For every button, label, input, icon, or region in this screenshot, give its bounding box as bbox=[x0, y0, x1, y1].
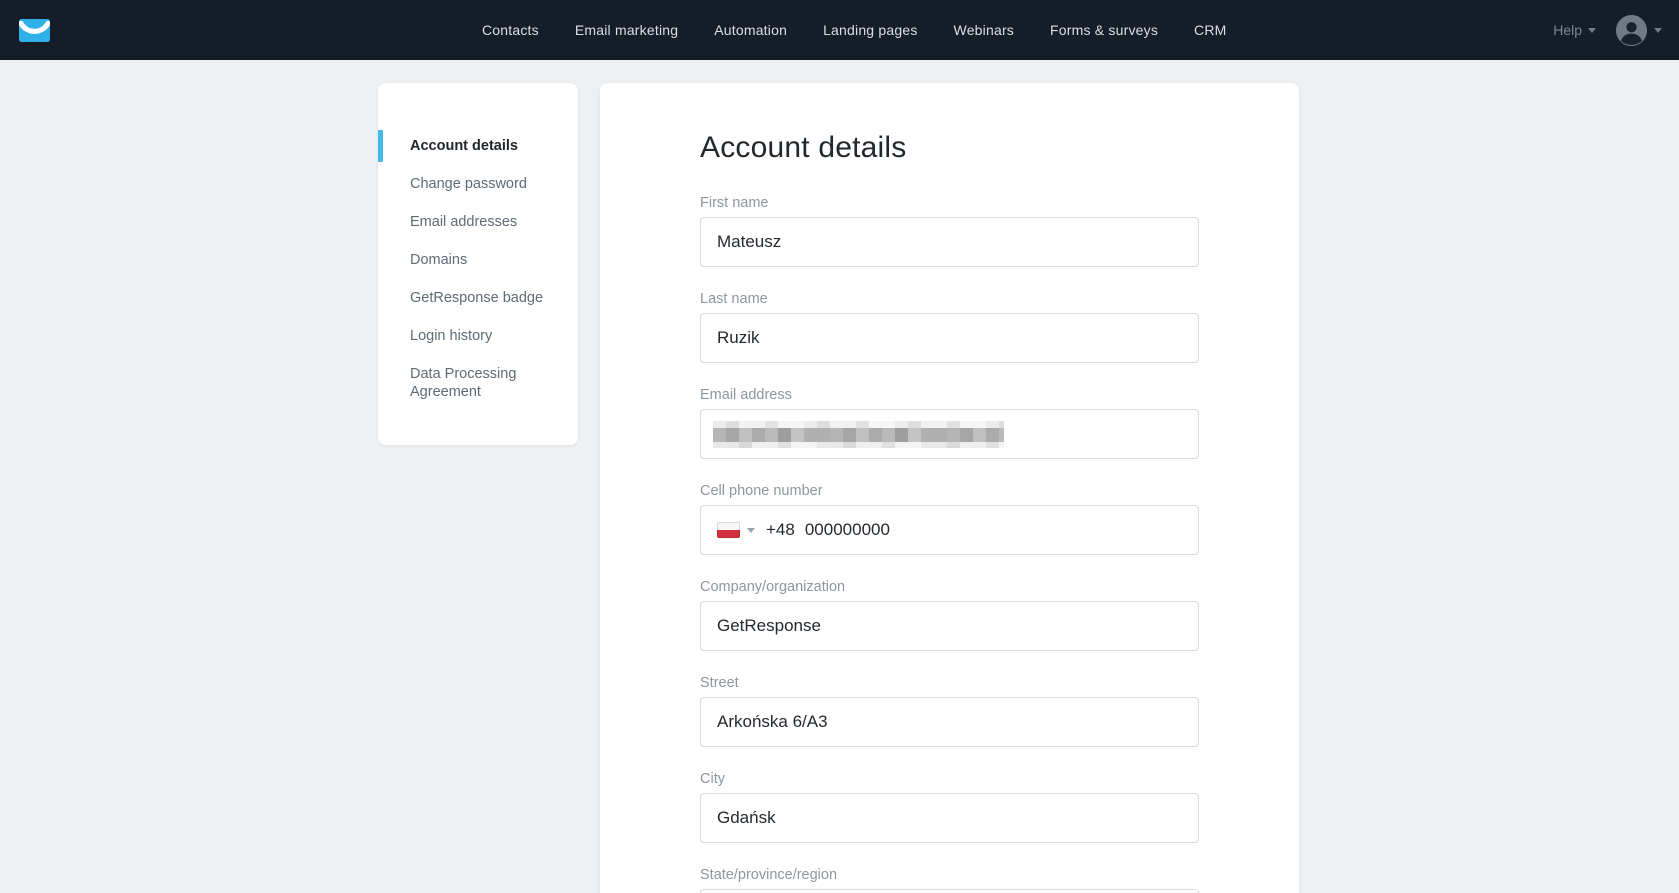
primary-nav: Contacts Email marketing Automation Landing… bbox=[482, 0, 1227, 60]
nav-item-forms-surveys[interactable]: Forms & surveys bbox=[1050, 22, 1158, 38]
field-label: Email address bbox=[700, 387, 792, 403]
field-label: Company/organization bbox=[700, 579, 846, 595]
field-label: Cell phone number bbox=[700, 483, 823, 499]
text-input[interactable] bbox=[700, 889, 1199, 893]
field-state-province-region: State/province/region bbox=[700, 867, 1199, 893]
getresponse-logo-icon[interactable] bbox=[18, 19, 51, 42]
text-input[interactable] bbox=[700, 409, 1199, 459]
sidebar-item-login-history[interactable]: Login history bbox=[378, 317, 578, 355]
envelope-icon bbox=[18, 19, 51, 42]
text-input[interactable]: Ruzik bbox=[700, 313, 1199, 363]
nav-item-automation[interactable]: Automation bbox=[714, 22, 787, 38]
sidebar-item-data-processing-agreement[interactable]: Data Processing Agreement bbox=[378, 355, 578, 411]
phone-input[interactable]: +48 000000000 bbox=[700, 505, 1199, 555]
help-label: Help bbox=[1553, 22, 1582, 38]
sidebar-item-email-addresses[interactable]: Email addresses bbox=[378, 203, 578, 241]
field-label: First name bbox=[700, 195, 769, 211]
field-label: Street bbox=[700, 675, 739, 691]
field-cell-phone-number: Cell phone number +48 000000000 bbox=[700, 483, 1199, 555]
country-code-selector[interactable] bbox=[717, 522, 755, 538]
chevron-down-icon bbox=[1654, 27, 1662, 33]
field-label: Last name bbox=[700, 291, 768, 307]
help-menu-button[interactable]: Help bbox=[1553, 22, 1596, 38]
text-input[interactable]: Arkońska 6/A3 bbox=[700, 697, 1199, 747]
navbar-right-group: Help bbox=[1553, 0, 1662, 60]
text-input[interactable]: Gdańsk bbox=[700, 793, 1199, 843]
field-label: State/province/region bbox=[700, 867, 838, 883]
phone-number: 000000000 bbox=[804, 520, 890, 539]
nav-item-webinars[interactable]: Webinars bbox=[954, 22, 1014, 38]
person-icon bbox=[1616, 14, 1647, 46]
nav-item-crm[interactable]: CRM bbox=[1194, 22, 1226, 38]
nav-item-email-marketing[interactable]: Email marketing bbox=[575, 22, 678, 38]
field-company-organization: Company/organization GetResponse bbox=[700, 579, 1199, 651]
sidebar-item-getresponse-badge[interactable]: GetResponse badge bbox=[378, 279, 578, 317]
field-street: Street Arkońska 6/A3 bbox=[700, 675, 1199, 747]
dial-code: +48 bbox=[766, 520, 795, 539]
active-indicator bbox=[378, 130, 383, 162]
page-title: Account details bbox=[700, 131, 907, 164]
redacted-value bbox=[713, 420, 1004, 448]
field-first-name: First name Mateusz bbox=[700, 195, 1199, 267]
sidebar-item-change-password[interactable]: Change password bbox=[378, 165, 578, 203]
account-details-panel: Account details First name Mateusz Last … bbox=[600, 83, 1299, 893]
top-navbar: Contacts Email marketing Automation Landing… bbox=[0, 0, 1679, 60]
sidebar-item-account-details[interactable]: Account details bbox=[378, 127, 578, 165]
nav-item-landing-pages[interactable]: Landing pages bbox=[823, 22, 917, 38]
nav-item-contacts[interactable]: Contacts bbox=[482, 22, 539, 38]
chevron-down-icon bbox=[747, 527, 755, 533]
field-last-name: Last name Ruzik bbox=[700, 291, 1199, 363]
field-email-address: Email address bbox=[700, 387, 1199, 459]
field-city: City Gdańsk bbox=[700, 771, 1199, 843]
text-input[interactable]: GetResponse bbox=[700, 601, 1199, 651]
chevron-down-icon bbox=[1588, 27, 1596, 33]
account-details-form: First name Mateusz Last name Ruzik Email… bbox=[700, 195, 1199, 893]
field-label: City bbox=[700, 771, 725, 787]
poland-flag-icon bbox=[717, 522, 740, 538]
text-input[interactable]: Mateusz bbox=[700, 217, 1199, 267]
account-avatar[interactable] bbox=[1616, 14, 1647, 46]
settings-sidebar: Account details Change password Email ad… bbox=[378, 83, 578, 445]
sidebar-item-domains[interactable]: Domains bbox=[378, 241, 578, 279]
